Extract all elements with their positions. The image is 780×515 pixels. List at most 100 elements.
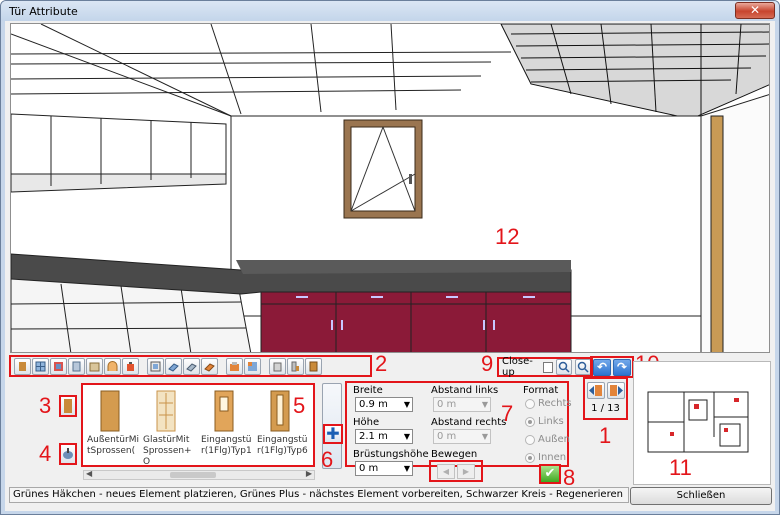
stair-icon bbox=[204, 362, 215, 372]
chevron-down-icon: ▼ bbox=[403, 432, 410, 441]
callout-3: 3 bbox=[39, 393, 52, 418]
chair-icon bbox=[291, 361, 299, 371]
window-icon bbox=[35, 361, 46, 371]
door-icon bbox=[19, 361, 26, 371]
niche-icon bbox=[89, 362, 100, 371]
close-dialog-button[interactable]: Schließen bbox=[630, 487, 772, 505]
closeup-controls: Close-up bbox=[497, 356, 593, 378]
hoehe-label: Höhe bbox=[353, 417, 380, 428]
format-radio-innen[interactable]: Innen bbox=[525, 452, 566, 463]
entrance-door-thumbnail bbox=[214, 390, 234, 432]
gallery-item-label: Eingangstür(1Flg)Typ6 bbox=[257, 435, 308, 456]
callout-1: 1 bbox=[599, 423, 612, 448]
element-gallery: AußentürMitSprossen( GlastürMitSprossen+… bbox=[81, 383, 315, 467]
zoom-in-button[interactable] bbox=[555, 359, 572, 375]
gallery-item[interactable]: AußentürMitSprossen( bbox=[85, 389, 139, 461]
callout-12: 12 bbox=[495, 224, 520, 249]
chevron-down-icon: ▼ bbox=[481, 400, 488, 409]
beam-type-button[interactable] bbox=[183, 357, 200, 375]
previous-door-icon bbox=[589, 385, 602, 396]
format-radio-links[interactable]: Links bbox=[525, 416, 564, 427]
plus-icon: ✚ bbox=[323, 424, 343, 444]
dialog-client-area: 12 2 9 Close-up ↶ ↷ 3 4 AußentürMitSpros… bbox=[5, 21, 775, 511]
zoom-out-button[interactable] bbox=[574, 359, 591, 375]
floor-plan-map[interactable] bbox=[633, 361, 771, 485]
door-type-button[interactable] bbox=[14, 357, 31, 375]
3d-viewport[interactable]: 12 bbox=[10, 23, 770, 353]
frame-icon bbox=[54, 361, 63, 371]
room-render bbox=[11, 24, 769, 352]
frame-type-button[interactable] bbox=[50, 357, 67, 375]
zoom-in-icon bbox=[558, 361, 570, 373]
move-right-button[interactable]: ▶ bbox=[457, 463, 475, 479]
move-left-button[interactable]: ◀ bbox=[437, 463, 455, 479]
scroll-left-icon[interactable]: ◀ bbox=[86, 469, 92, 478]
hoehe-dropdown[interactable]: 2.1 m ▼ bbox=[355, 429, 413, 444]
arch-type-button[interactable] bbox=[104, 357, 121, 375]
callout-2: 2 bbox=[375, 351, 388, 376]
grid-type-button[interactable] bbox=[244, 357, 261, 375]
window-close-button[interactable]: ✕ bbox=[735, 2, 775, 19]
bruestung-label: Brüstungshöhe bbox=[353, 449, 429, 460]
window-type-button[interactable] bbox=[32, 357, 49, 375]
picture-type-button[interactable] bbox=[147, 357, 164, 375]
undo-button[interactable]: ↶ bbox=[593, 358, 611, 376]
wall-type-button[interactable] bbox=[226, 357, 243, 375]
gallery-item[interactable]: Eingangstür(1Flg)Typ1 bbox=[199, 389, 252, 461]
gallery-item-label: AußentürMitSprossen( bbox=[87, 435, 139, 456]
closeup-label: Close-up bbox=[502, 356, 533, 378]
dialog-window: Tür Attribute ✕ 12 2 9 Close-up ↶ ↷ 3 4 … bbox=[0, 0, 780, 515]
stair-type-button[interactable] bbox=[201, 357, 218, 375]
entrance-door-thumbnail bbox=[270, 390, 290, 432]
window-title: Tür Attribute bbox=[9, 5, 78, 18]
closeup-checkbox[interactable] bbox=[543, 361, 553, 373]
gallery-scrollbar[interactable]: ◀ ▶ bbox=[83, 469, 315, 480]
paint-category-button[interactable] bbox=[59, 443, 77, 465]
door-category-button[interactable] bbox=[59, 395, 77, 417]
category-strip bbox=[57, 383, 79, 477]
sofa-type-button[interactable] bbox=[269, 357, 286, 375]
light-type-button[interactable] bbox=[122, 357, 139, 375]
callout-11: 11 bbox=[669, 455, 692, 480]
chevron-down-icon: ▼ bbox=[403, 400, 410, 409]
cabinet-type-button[interactable] bbox=[305, 357, 322, 375]
element-type-toolbar bbox=[9, 355, 372, 377]
abstand-rechts-dropdown[interactable]: 0 m ▼ bbox=[433, 429, 491, 444]
place-element-button[interactable]: ✔ bbox=[539, 464, 561, 484]
format-radio-rechts[interactable]: Rechts bbox=[525, 398, 572, 409]
glass-door-thumbnail bbox=[156, 390, 176, 432]
scrollbar-thumb[interactable] bbox=[170, 472, 216, 478]
breite-dropdown[interactable]: 0.9 m ▼ bbox=[355, 397, 413, 412]
move-controls: ◀ ▶ bbox=[429, 460, 483, 482]
next-element-button[interactable] bbox=[607, 382, 625, 399]
radio-dot bbox=[525, 452, 535, 463]
floor-plan-drawing bbox=[647, 391, 749, 453]
bruestung-dropdown[interactable]: 0 m ▼ bbox=[355, 461, 413, 476]
next-door-icon bbox=[610, 385, 623, 396]
undo-redo-controls: ↶ ↷ bbox=[590, 356, 634, 378]
chair-type-button[interactable] bbox=[287, 357, 304, 375]
format-radio-aussen[interactable]: Außen bbox=[525, 434, 570, 445]
grid-icon bbox=[248, 361, 257, 371]
scroll-right-icon[interactable]: ▶ bbox=[306, 469, 312, 478]
status-bar: Grünes Häkchen - neues Element platziere… bbox=[9, 487, 629, 503]
redo-button[interactable]: ↷ bbox=[613, 358, 631, 376]
gallery-item-label: GlastürMitSprossen+O bbox=[143, 435, 192, 467]
niche-type-button[interactable] bbox=[86, 357, 103, 375]
element-navigation: 1 / 13 bbox=[583, 377, 628, 420]
shelf-type-button[interactable] bbox=[165, 357, 182, 375]
paint-bucket-icon bbox=[63, 448, 73, 459]
panel-type-button[interactable] bbox=[68, 357, 85, 375]
radio-dot bbox=[525, 416, 535, 427]
callout-5: 5 bbox=[293, 393, 306, 418]
abstand-links-dropdown[interactable]: 0 m ▼ bbox=[433, 397, 491, 412]
zoom-out-icon bbox=[577, 361, 589, 373]
exterior-door-thumbnail bbox=[100, 390, 120, 432]
radio-dot bbox=[525, 434, 535, 445]
breite-label: Breite bbox=[353, 385, 383, 396]
panel-icon bbox=[72, 361, 81, 371]
chevron-down-icon: ▼ bbox=[403, 464, 410, 473]
gallery-item[interactable]: GlastürMitSprossen+O bbox=[141, 389, 193, 467]
bewegen-label: Bewegen bbox=[431, 449, 478, 460]
previous-element-button[interactable] bbox=[587, 382, 605, 399]
